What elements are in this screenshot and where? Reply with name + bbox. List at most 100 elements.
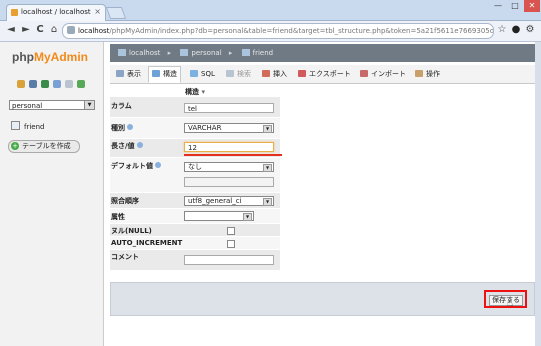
tab-label: 検索 <box>237 70 251 78</box>
length-label-wrap: 長さ/値 <box>111 141 143 151</box>
structure-header: 構造 ▾ <box>185 87 205 97</box>
import-icon <box>360 70 368 77</box>
forward-icon[interactable]: ► <box>19 23 33 37</box>
auto-increment-row: AUTO_INCREMENT <box>110 237 280 249</box>
tab-search[interactable]: 検索 <box>226 67 251 82</box>
address-bar[interactable]: localhost/phpMyAdmin/index.php?db=person… <box>62 23 494 39</box>
attribute-select[interactable]: ▼ <box>184 211 254 221</box>
type-label: 種別 <box>111 124 125 132</box>
type-select[interactable]: VARCHAR ▼ <box>184 123 274 133</box>
database-select-value: personal <box>12 102 43 110</box>
column-name-input[interactable]: tel <box>184 103 274 113</box>
bookmark-star-icon[interactable]: ☆ <box>495 23 509 37</box>
null-row: ヌル(NULL) <box>110 224 280 236</box>
tab-label: エクスポート <box>309 70 351 78</box>
default-value-input[interactable] <box>184 177 274 187</box>
chevron-down-icon: ▼ <box>263 125 272 133</box>
tab-insert[interactable]: 挿入 <box>262 67 287 82</box>
insert-icon <box>262 70 270 77</box>
left-panel <box>0 42 104 346</box>
tab-close-icon[interactable]: × <box>94 7 101 16</box>
breadcrumb-db[interactable]: personal <box>191 49 221 57</box>
auto-increment-label: AUTO_INCREMENT <box>111 239 183 247</box>
page-icon <box>67 26 75 34</box>
sidebar-item-friend[interactable]: friend <box>11 121 44 131</box>
comment-input[interactable] <box>184 255 274 265</box>
help-icon[interactable] <box>136 142 143 148</box>
back-icon[interactable]: ◄ <box>4 23 18 37</box>
breadcrumb-server[interactable]: localhost <box>129 49 160 57</box>
chevron-down-icon: ▼ <box>263 198 272 206</box>
auto-increment-checkbox[interactable] <box>227 240 235 248</box>
browser-tab[interactable]: localhost / localhost / perso × <box>6 4 106 21</box>
search-icon <box>226 70 234 77</box>
sort-arrow-icon: ▾ <box>201 88 205 96</box>
close-window-icon[interactable]: ✕ <box>524 0 540 12</box>
logo-php: php <box>12 50 34 64</box>
tab-operations[interactable]: 操作 <box>415 67 440 82</box>
null-checkbox[interactable] <box>227 227 235 235</box>
tab-sql[interactable]: SQL <box>190 67 215 82</box>
length-label: 長さ/値 <box>111 142 135 150</box>
chevron-down-icon: ▼ <box>243 213 252 221</box>
help-icon[interactable] <box>127 124 133 130</box>
maximize-icon[interactable]: □ <box>507 0 523 12</box>
url-path: /phpMyAdmin/index.php?db=personal&table=… <box>109 27 494 35</box>
tab-browse[interactable]: 表示 <box>116 67 141 82</box>
breadcrumb: localhost ▸ personal ▸ friend <box>110 44 535 62</box>
default-select-value: なし <box>188 163 202 171</box>
browse-icon <box>116 70 124 77</box>
tab-label: 挿入 <box>273 70 287 78</box>
extension-icon[interactable]: ● <box>509 23 523 37</box>
tab-title: localhost / localhost / perso <box>21 8 93 16</box>
column-label: カラム <box>111 102 132 110</box>
create-table-label: テーブルを作成 <box>22 142 71 150</box>
docs-icon[interactable] <box>65 80 73 88</box>
tab-import[interactable]: インポート <box>360 67 406 82</box>
attribute-label: 属性 <box>111 213 125 221</box>
default-label: デフォルト値 <box>111 162 153 170</box>
structure-icon <box>152 70 160 77</box>
sidebar-item-label: friend <box>24 123 45 131</box>
chevron-down-icon: ▼ <box>263 164 272 172</box>
minimize-icon[interactable]: — <box>490 0 506 12</box>
tab-label: 操作 <box>426 70 440 78</box>
hand-cursor-icon: ☝ <box>507 298 514 309</box>
help-icon[interactable] <box>155 162 161 168</box>
table-icon <box>11 121 20 130</box>
refresh-icon[interactable] <box>77 80 85 88</box>
reload-icon[interactable]: C <box>33 23 47 37</box>
window-right-border <box>535 42 541 346</box>
tab-structure[interactable]: 構造 <box>148 66 181 83</box>
exit-icon[interactable] <box>41 80 49 88</box>
collation-select-value: utf8_general_ci <box>188 197 242 205</box>
save-button[interactable]: 保存する <box>489 295 523 306</box>
table-icon <box>241 49 250 56</box>
phpmyadmin-logo[interactable]: phpMyAdmin <box>12 50 88 64</box>
home-icon[interactable]: ⌂ <box>47 23 61 37</box>
save-bar <box>110 282 535 316</box>
database-select[interactable]: personal ▼ <box>9 100 95 110</box>
breadcrumb-table[interactable]: friend <box>253 49 273 57</box>
collation-select[interactable]: utf8_general_ci ▼ <box>184 196 274 206</box>
help-icon[interactable] <box>53 80 61 88</box>
length-input[interactable]: 12 <box>184 142 274 152</box>
structure-header-label: 構造 <box>185 88 199 96</box>
save-button-highlight: 保存する <box>484 290 527 308</box>
sql-icon <box>190 70 198 77</box>
favicon-icon <box>11 9 18 16</box>
database-icon <box>180 49 189 56</box>
tab-export[interactable]: エクスポート <box>298 67 351 82</box>
wrench-icon[interactable]: ⚙ <box>523 23 537 37</box>
create-table-button[interactable]: + テーブルを作成 <box>8 140 80 153</box>
breadcrumb-separator-icon: ▸ <box>228 49 233 57</box>
home-nav-icon[interactable] <box>17 80 25 88</box>
default-select[interactable]: なし ▼ <box>184 162 274 172</box>
tab-label: 表示 <box>127 70 141 78</box>
type-label-wrap: 種別 <box>111 123 133 133</box>
highlight-underline <box>184 154 282 156</box>
query-window-icon[interactable] <box>29 80 37 88</box>
export-icon <box>298 70 306 77</box>
url-host: localhost <box>78 27 110 35</box>
plus-icon: + <box>11 142 19 150</box>
